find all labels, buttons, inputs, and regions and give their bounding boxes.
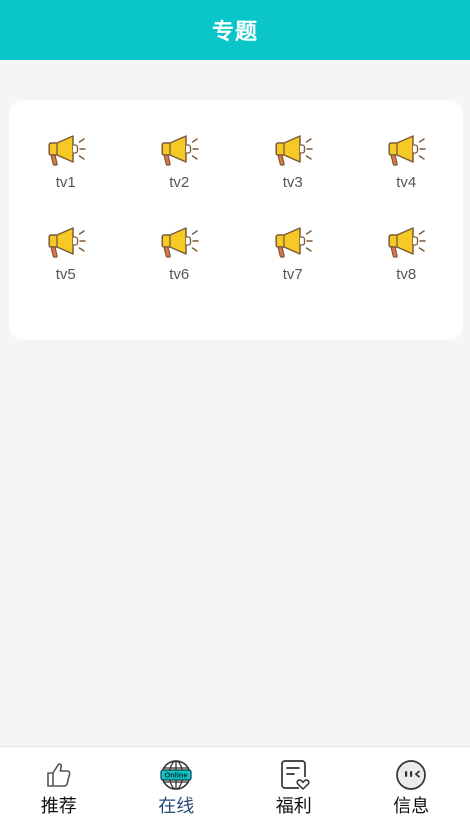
topic-label: tv1 xyxy=(55,174,76,191)
topic-label: tv7 xyxy=(282,266,303,283)
online-badge-text: Online xyxy=(165,771,188,780)
megaphone-icon xyxy=(161,227,199,258)
topic-label: tv4 xyxy=(396,174,417,191)
page-title: 专题 xyxy=(211,20,258,45)
megaphone-icon xyxy=(161,135,199,166)
topic-label: tv2 xyxy=(169,174,190,191)
megaphone-icon xyxy=(388,135,426,166)
topic-item-tv7[interactable]: tv7 xyxy=(236,224,350,316)
nav-item-welfare[interactable]: 福利 xyxy=(235,747,353,820)
nav-item-recommend[interactable]: 推荐 xyxy=(0,747,118,820)
megaphone-icon xyxy=(275,227,313,258)
topic-grid: tv1 tv2 tv3 tv4 tv5 tv6 tv7 tv8 xyxy=(9,132,463,316)
notes-heart-icon xyxy=(280,760,310,790)
megaphone-icon xyxy=(388,227,426,258)
topic-label: tv6 xyxy=(169,266,190,283)
topic-item-tv4[interactable]: tv4 xyxy=(350,132,464,224)
app-root: 专题 tv1 tv2 tv3 tv4 tv5 tv6 tv7 tv8 推荐 On… xyxy=(0,0,470,820)
top-bar: 专题 xyxy=(0,0,470,60)
megaphone-icon xyxy=(275,135,313,166)
megaphone-icon xyxy=(48,135,86,166)
topic-card: tv1 tv2 tv3 tv4 tv5 tv6 tv7 tv8 xyxy=(9,100,463,340)
nav-label: 在线 xyxy=(158,796,195,817)
topic-label: tv8 xyxy=(396,266,417,283)
nav-label: 福利 xyxy=(275,796,312,817)
topic-label: tv5 xyxy=(55,266,76,283)
nav-label: 推荐 xyxy=(40,796,77,817)
megaphone-icon xyxy=(48,227,86,258)
nav-label: 信息 xyxy=(393,796,430,817)
topic-item-tv6[interactable]: tv6 xyxy=(123,224,237,316)
topic-item-tv5[interactable]: tv5 xyxy=(9,224,123,316)
topic-item-tv3[interactable]: tv3 xyxy=(236,132,350,224)
globe-online-icon: Online xyxy=(160,760,192,790)
face-icon xyxy=(396,760,427,790)
topic-label: tv3 xyxy=(282,174,303,191)
topic-item-tv1[interactable]: tv1 xyxy=(9,132,123,224)
topic-item-tv8[interactable]: tv8 xyxy=(350,224,464,316)
nav-item-info[interactable]: 信息 xyxy=(353,747,470,820)
nav-item-online[interactable]: Online 在线 xyxy=(118,747,236,820)
thumbs-up-icon xyxy=(46,763,71,787)
topic-item-tv2[interactable]: tv2 xyxy=(123,132,237,224)
bottom-nav: 推荐 Online 在线 福利 信息 xyxy=(0,746,470,820)
